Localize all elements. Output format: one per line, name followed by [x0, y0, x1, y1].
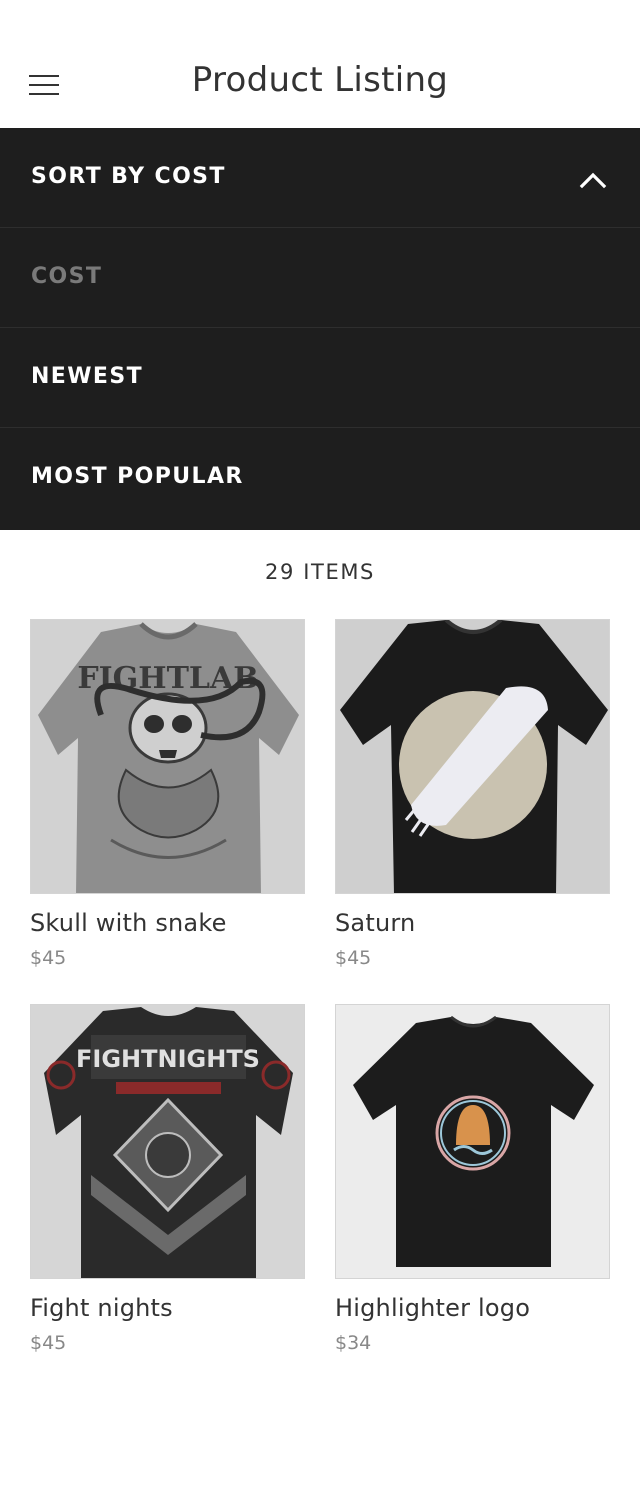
product-name[interactable]: Saturn: [335, 909, 610, 937]
product-price: $45: [30, 1332, 67, 1354]
sort-option-newest[interactable]: NEWEST: [0, 328, 640, 428]
sort-option-cost[interactable]: COST: [0, 228, 640, 328]
item-count: 29 ITEMS: [265, 560, 375, 584]
product-image[interactable]: FIGHTNIGHTS: [30, 1004, 305, 1279]
sort-heading: SORT BY COST: [31, 164, 226, 189]
product-card[interactable]: Highlighter logo $34: [335, 1004, 610, 1354]
product-image[interactable]: [335, 619, 610, 894]
chevron-up-icon[interactable]: [579, 166, 607, 194]
sort-option-label: COST: [31, 264, 103, 289]
product-price: $45: [335, 947, 372, 969]
sort-dropdown: SORT BY COST COST NEWEST MOST POPULAR: [0, 128, 640, 530]
svg-text:FIGHTNIGHTS: FIGHTNIGHTS: [76, 1045, 260, 1073]
product-card[interactable]: FIGHTLAB Skull with snake $45: [30, 619, 305, 969]
product-name[interactable]: Highlighter logo: [335, 1294, 610, 1322]
product-image[interactable]: [335, 1004, 610, 1279]
page-title: Product Listing: [191, 60, 449, 100]
product-name[interactable]: Skull with snake: [30, 909, 305, 937]
product-name[interactable]: Fight nights: [30, 1294, 305, 1322]
sort-option-label: MOST POPULAR: [31, 464, 244, 489]
product-price: $45: [30, 947, 67, 969]
app-header: Product Listing: [0, 0, 640, 128]
sort-option-most-popular[interactable]: MOST POPULAR: [0, 428, 640, 529]
product-card[interactable]: Saturn $45: [335, 619, 610, 969]
sort-toggle[interactable]: SORT BY COST: [0, 128, 640, 228]
sort-option-label: NEWEST: [31, 364, 143, 389]
product-image[interactable]: FIGHTLAB: [30, 619, 305, 894]
product-card[interactable]: FIGHTNIGHTS Fight nights $45: [30, 1004, 305, 1354]
product-price: $34: [335, 1332, 372, 1354]
